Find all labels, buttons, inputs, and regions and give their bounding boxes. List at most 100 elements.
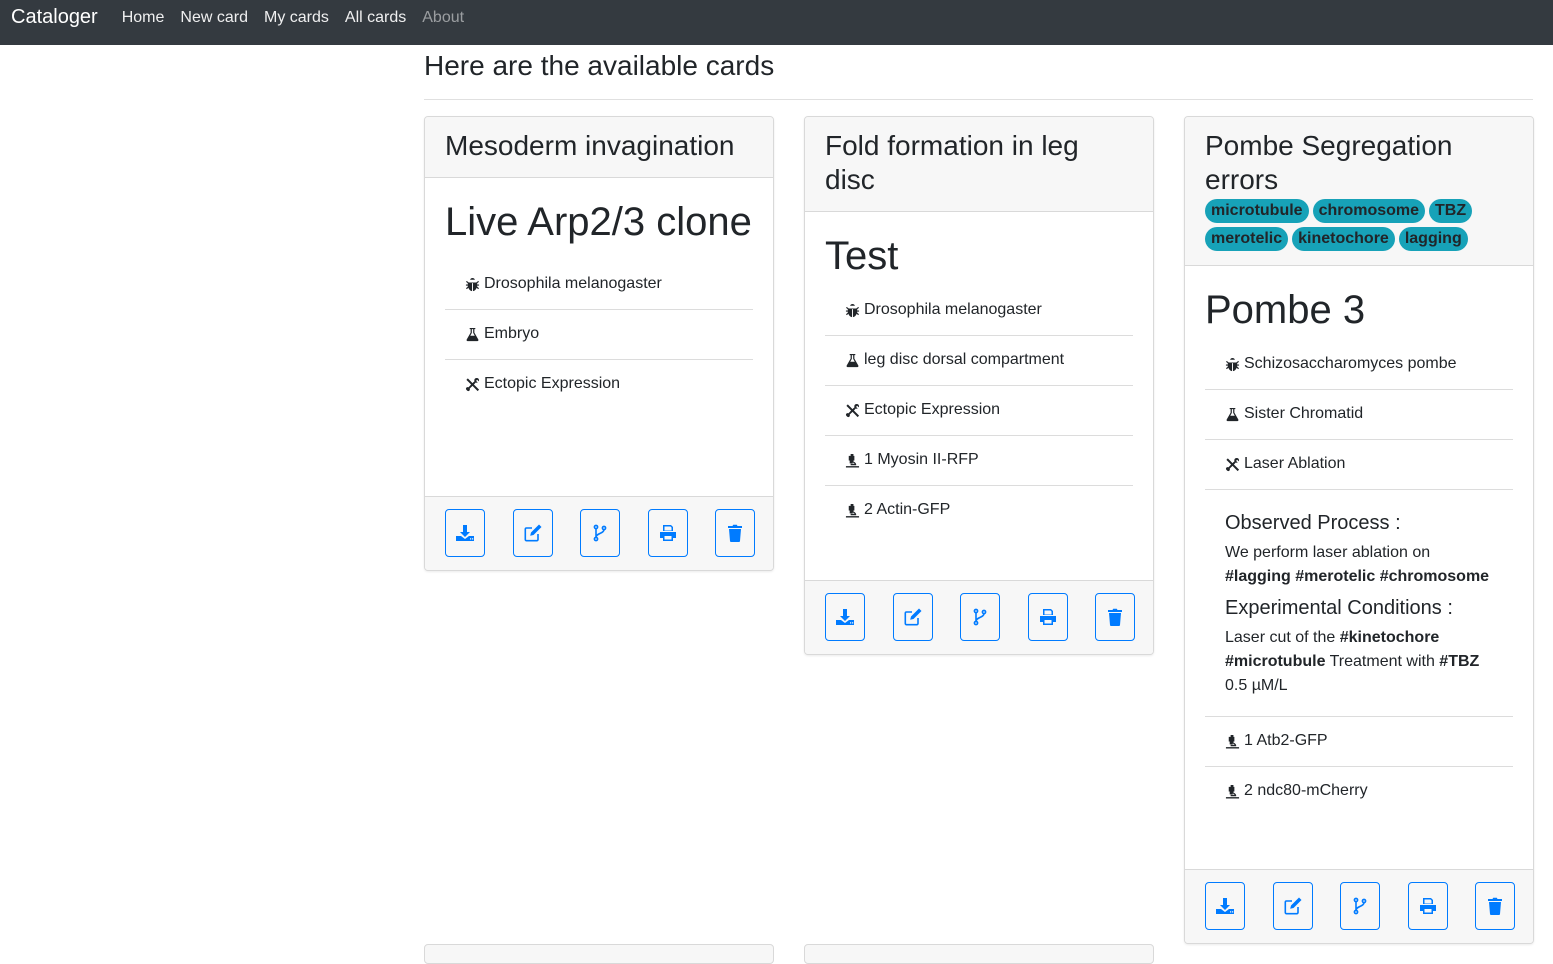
tools-icon: [845, 403, 860, 418]
microscope-icon: [845, 453, 860, 468]
tag-list: microtubule chromosome TBZ merotelic kin…: [1205, 199, 1513, 255]
sample-item: Sister Chromatid: [1205, 390, 1513, 440]
edit-icon: [523, 523, 543, 543]
card-pombe-segregation: Pombe Segregation errors microtubule chr…: [1184, 116, 1534, 944]
fork-button[interactable]: [1340, 882, 1380, 930]
download-button[interactable]: [1205, 882, 1245, 930]
sample-item: Embryo: [445, 310, 753, 360]
print-icon: [1038, 607, 1058, 627]
channel-text: 1 Myosin II-RFP: [864, 451, 979, 468]
card-body: Test Drosophila melanogaster leg disc do…: [805, 212, 1153, 535]
method-text: Laser Ablation: [1244, 455, 1346, 472]
method-item: Ectopic Expression: [825, 386, 1133, 436]
organism-item: Drosophila melanogaster: [445, 260, 753, 310]
organism-item: Drosophila melanogaster: [825, 286, 1133, 336]
download-button[interactable]: [445, 509, 485, 557]
card-actions: [805, 580, 1153, 654]
card-actions: [425, 496, 773, 570]
edit-icon: [903, 607, 923, 627]
microscope-icon: [1225, 784, 1240, 799]
method-text: Ectopic Expression: [484, 375, 621, 392]
method-text: Ectopic Expression: [864, 401, 1001, 418]
flask-icon: [465, 327, 480, 342]
edit-icon: [1283, 896, 1303, 916]
card-actions: [1185, 869, 1533, 943]
bug-icon: [465, 277, 480, 292]
trash-icon: [1485, 896, 1505, 916]
description-block: Observed Process : We perform laser abla…: [1205, 490, 1513, 717]
bug-icon: [845, 303, 860, 318]
tag-badge[interactable]: lagging: [1398, 227, 1468, 251]
print-icon: [1418, 896, 1438, 916]
tag-badge[interactable]: kinetochore: [1292, 227, 1395, 251]
card-title: Pombe Segregation errors: [1205, 130, 1453, 195]
fork-button[interactable]: [580, 509, 620, 557]
nav-my-cards[interactable]: My cards: [256, 9, 337, 27]
flask-icon: [1225, 407, 1240, 422]
delete-button[interactable]: [1095, 593, 1135, 641]
bug-icon: [1225, 357, 1240, 372]
tools-icon: [465, 377, 480, 392]
microscope-icon: [845, 503, 860, 518]
page-title: Here are the available cards: [424, 50, 775, 81]
microscope-icon: [1225, 734, 1240, 749]
flask-icon: [845, 353, 860, 368]
observed-process-text: We perform laser ablation on #lagging #me…: [1225, 544, 1490, 585]
download-icon: [835, 607, 855, 627]
nav-all-cards[interactable]: All cards: [337, 9, 414, 27]
fork-icon: [970, 607, 990, 627]
method-item: Laser Ablation: [1205, 440, 1513, 490]
edit-button[interactable]: [512, 509, 553, 557]
print-button[interactable]: [1407, 882, 1448, 930]
card-subtitle: Test: [825, 234, 899, 278]
delete-button[interactable]: [715, 509, 755, 557]
card-subtitle: Pombe 3: [1205, 288, 1366, 332]
card-partial: [804, 944, 1154, 964]
nav-home[interactable]: Home: [114, 9, 173, 27]
card-header: Pombe Segregation errors microtubule chr…: [1185, 117, 1533, 266]
method-item: Ectopic Expression: [445, 360, 753, 409]
tools-icon: [1225, 457, 1240, 472]
nav-new-card[interactable]: New card: [172, 9, 256, 27]
sample-item: leg disc dorsal compartment: [825, 336, 1133, 386]
trash-icon: [1105, 607, 1125, 627]
card-body: Pombe 3 Schizosaccharomyces pombe Sister…: [1185, 266, 1533, 816]
channel-text: 2 Actin-GFP: [864, 501, 951, 518]
brand-logo[interactable]: Cataloger: [11, 6, 98, 29]
channel-item: 2 ndc80-mCherry: [1205, 767, 1513, 816]
experimental-conditions-label: Experimental Conditions :: [1225, 597, 1453, 619]
tag-badge[interactable]: chromosome: [1312, 199, 1426, 223]
print-icon: [658, 523, 678, 543]
divider: [424, 99, 1533, 100]
channel-item: 1 Myosin II-RFP: [825, 436, 1133, 486]
delete-button[interactable]: [1475, 882, 1515, 930]
print-button[interactable]: [647, 509, 688, 557]
organism-text: Schizosaccharomyces pombe: [1244, 355, 1457, 372]
nav-links: Home New card My cards All cards About: [114, 9, 472, 27]
sample-text: leg disc dorsal compartment: [864, 351, 1065, 368]
nav-about[interactable]: About: [414, 9, 472, 27]
trash-icon: [725, 523, 745, 543]
print-button[interactable]: [1027, 593, 1068, 641]
edit-button[interactable]: [1272, 882, 1313, 930]
tag-badge[interactable]: TBZ: [1429, 199, 1473, 223]
download-button[interactable]: [825, 593, 865, 641]
card-header: Fold formation in leg disc: [805, 117, 1153, 212]
fork-icon: [1350, 896, 1370, 916]
channel-item: 1 Atb2-GFP: [1205, 717, 1513, 767]
fork-icon: [590, 523, 610, 543]
tag-badge[interactable]: microtubule: [1205, 199, 1309, 223]
organism-text: Drosophila melanogaster: [864, 301, 1042, 318]
card-title: Mesoderm invagination: [445, 130, 735, 161]
experimental-conditions-text: Laser cut of the #kinetochore #microtubul…: [1225, 629, 1480, 694]
channel-item: 2 Actin-GFP: [825, 486, 1133, 535]
card-header: Mesoderm invagination: [425, 117, 773, 178]
card-body: Live Arp2/3 clone Drosophila melanogaste…: [425, 178, 773, 409]
channel-text: 2 ndc80-mCherry: [1244, 782, 1368, 799]
sample-text: Embryo: [484, 325, 540, 342]
edit-button[interactable]: [892, 593, 933, 641]
fork-button[interactable]: [960, 593, 1000, 641]
tag-badge[interactable]: merotelic: [1205, 227, 1289, 251]
channel-text: 1 Atb2-GFP: [1244, 732, 1328, 749]
card-partial: [424, 944, 774, 964]
